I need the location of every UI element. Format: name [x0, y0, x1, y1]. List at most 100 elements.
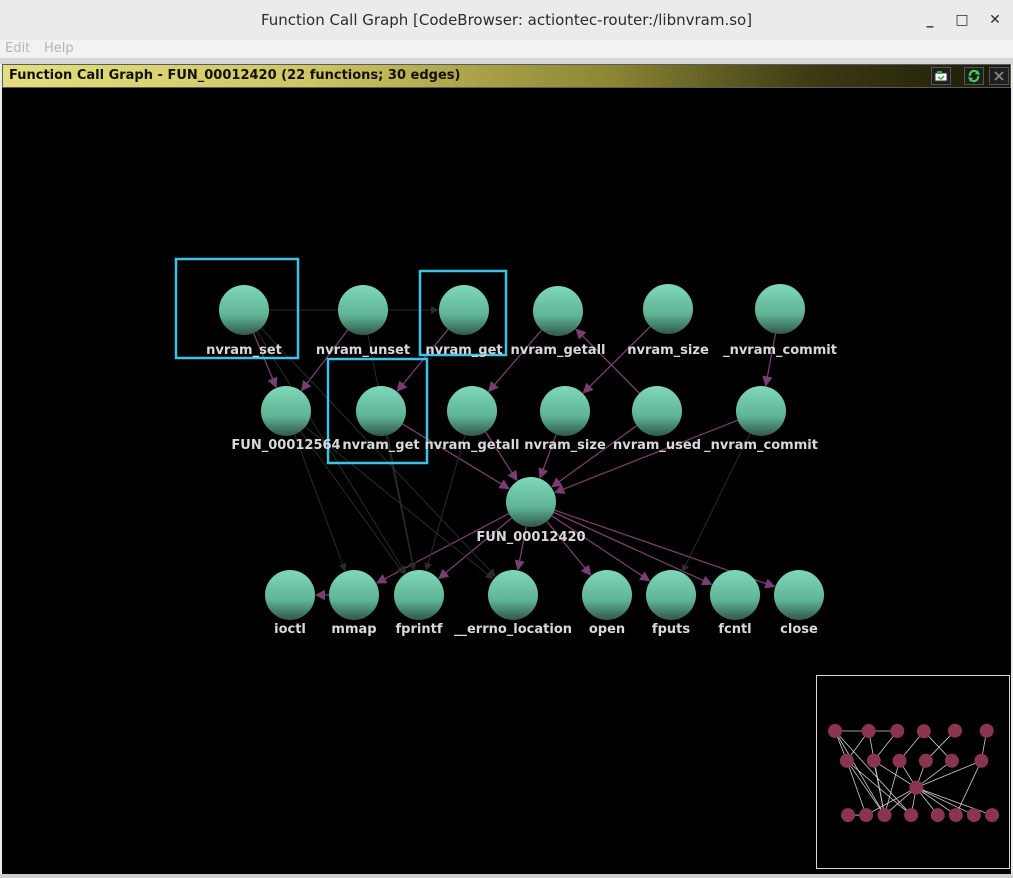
function-node-mmap[interactable] — [329, 570, 379, 620]
function-node-nvram-getall[interactable] — [447, 386, 497, 436]
graph-overview[interactable] — [816, 675, 1010, 869]
node-label: nvram_get — [342, 438, 420, 453]
overview-node — [966, 808, 981, 823]
overview-node — [909, 780, 924, 795]
window-titlebar: Function Call Graph [CodeBrowser: action… — [0, 0, 1013, 41]
node-label: FUN_00012420 — [476, 530, 586, 545]
overview-node — [974, 753, 989, 768]
function-node-nvram-used[interactable] — [632, 386, 682, 436]
call-edge-n5-m4[interactable] — [582, 326, 651, 394]
menu-edit[interactable]: Edit — [5, 41, 30, 56]
overview-node — [948, 808, 963, 823]
overview-node — [916, 724, 931, 739]
node-label: __errno_location — [453, 622, 573, 637]
menu-help[interactable]: Help — [44, 41, 74, 56]
function-node-open[interactable] — [582, 570, 632, 620]
function-node-nvram-commit[interactable] — [755, 284, 805, 334]
node-label: _nvram_commit — [723, 343, 837, 358]
node-label: ioctl — [274, 622, 306, 637]
node-label: nvram_get — [425, 343, 503, 358]
function-node-nvram-size[interactable] — [643, 284, 693, 334]
call-edge-n6-m6[interactable] — [762, 333, 777, 387]
menubar: Edit Help — [0, 40, 1013, 58]
node-label: nvram_used — [612, 438, 702, 453]
call-edge-m5-n4[interactable] — [575, 328, 640, 394]
function-node-fputs[interactable] — [646, 570, 696, 620]
function-node-nvram-set[interactable] — [219, 285, 269, 335]
overview-node — [859, 808, 874, 823]
function-node-nvram-unset[interactable] — [338, 285, 388, 335]
overview-node — [839, 753, 854, 768]
function-node-fun-00012564[interactable] — [261, 386, 311, 436]
close-panel-button[interactable] — [989, 67, 1009, 85]
node-label: open — [588, 622, 626, 637]
node-label: nvram_getall — [510, 343, 606, 358]
overview-node — [828, 724, 842, 738]
graph-canvas[interactable]: nvram_set nvram_unset nvram_get nvram_getal… — [2, 88, 1011, 874]
overview-node — [985, 808, 1000, 823]
refresh-icon — [968, 69, 980, 83]
overview-node — [930, 808, 945, 823]
function-node-nvram-get[interactable] — [356, 386, 406, 436]
overview-map[interactable] — [817, 676, 1009, 868]
overview-node — [979, 723, 994, 738]
refresh-button[interactable] — [964, 67, 984, 85]
node-label: mmap — [331, 622, 377, 637]
call-edge-m3-b3[interactable] — [424, 434, 466, 571]
node-label: fputs — [651, 622, 691, 637]
node-label: _nvram_commit — [704, 438, 818, 453]
call-edge-n1-m1[interactable] — [252, 332, 278, 389]
status-strip — [0, 874, 1013, 878]
node-label: nvram_size — [627, 343, 709, 358]
minimize-icon: _ — [926, 12, 934, 28]
node-label: fcntl — [718, 622, 752, 637]
snapshot-icon — [934, 71, 948, 82]
node-label: nvram_getall — [424, 438, 520, 453]
overview-node — [904, 808, 919, 823]
close-icon — [994, 71, 1004, 81]
overview-node — [866, 753, 881, 768]
minimize-button[interactable]: _ — [918, 8, 942, 32]
node-label: fprintf — [395, 622, 443, 637]
function-node-close[interactable] — [774, 570, 824, 620]
overview-node — [890, 724, 905, 738]
snapshot-button[interactable] — [931, 67, 951, 85]
graph-panel-title: Function Call Graph - FUN_00012420 (22 f… — [9, 68, 461, 83]
overview-edge — [916, 787, 975, 816]
function-node-ioctl[interactable] — [265, 570, 315, 620]
node-label: nvram_unset — [315, 343, 411, 358]
close-icon: ✕ — [989, 12, 1001, 28]
call-edge-m2-c[interactable] — [402, 423, 510, 490]
function-node-fcntl[interactable] — [710, 570, 760, 620]
overview-edge — [868, 730, 885, 816]
overview-node — [861, 724, 876, 738]
window-title: Function Call Graph [CodeBrowser: action… — [260, 11, 753, 29]
overview-node — [892, 753, 907, 768]
function-node-errno-location[interactable] — [488, 570, 538, 620]
call-edge-c-b3[interactable] — [438, 517, 513, 580]
close-window-button[interactable]: ✕ — [983, 8, 1007, 32]
node-label: close — [780, 622, 818, 637]
overview-node — [947, 723, 962, 738]
overview-node — [841, 808, 856, 823]
node-label: nvram_size — [524, 438, 606, 453]
function-node-nvram-size[interactable] — [540, 386, 590, 436]
overview-node — [877, 808, 892, 823]
call-edge-c-b2[interactable] — [375, 513, 510, 584]
function-node-nvram-commit[interactable] — [736, 386, 786, 436]
node-label: FUN_00012564 — [231, 438, 341, 453]
function-node-fun-00012420[interactable] — [506, 477, 556, 527]
call-edge-m1-b2[interactable] — [294, 434, 347, 572]
overview-edge — [834, 730, 912, 816]
node-label: nvram_set — [206, 343, 282, 358]
call-edge-c-b7[interactable] — [553, 511, 713, 586]
function-node-nvram-get[interactable] — [439, 285, 489, 335]
function-node-fprintf[interactable] — [394, 570, 444, 620]
overview-node — [918, 753, 933, 768]
overview-node — [944, 753, 959, 768]
call-edge-n4-m3[interactable] — [488, 329, 543, 393]
function-node-nvram-getall[interactable] — [533, 286, 583, 336]
maximize-button[interactable]: □ — [950, 8, 974, 32]
call-edge-m6-b6[interactable] — [681, 433, 751, 573]
maximize-icon: □ — [955, 12, 969, 28]
